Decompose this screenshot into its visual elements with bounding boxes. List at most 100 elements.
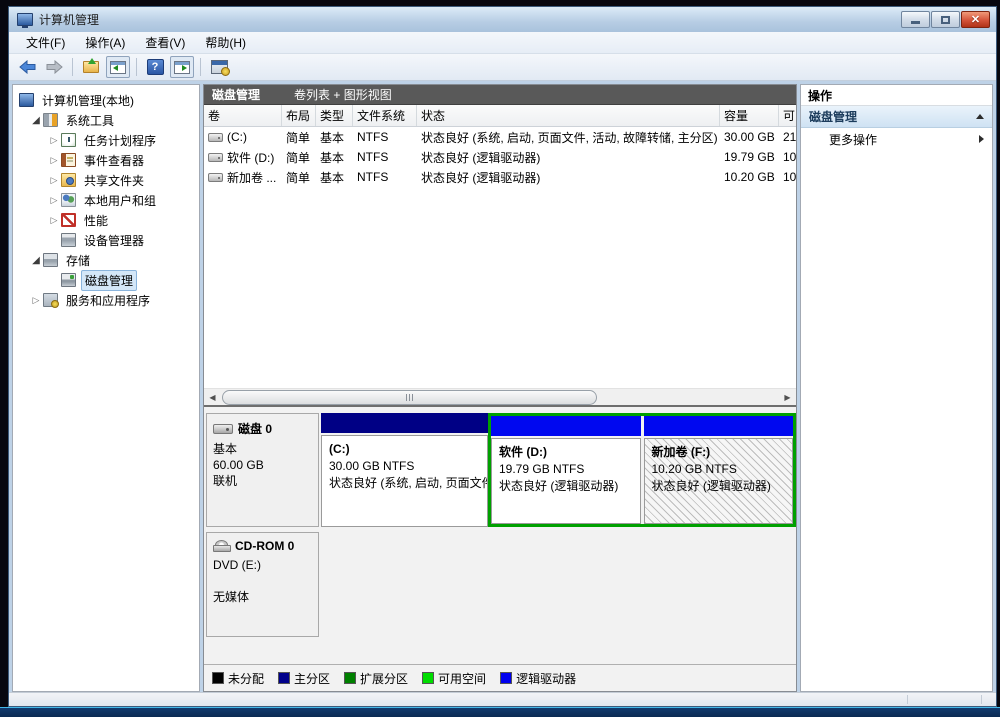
shared-folders-icon xyxy=(61,173,76,187)
show-up-button[interactable] xyxy=(79,56,103,78)
menu-file[interactable]: 文件(F) xyxy=(17,32,74,53)
console-tree-toggle-button[interactable] xyxy=(106,56,130,78)
disk-management-pane: 磁盘管理 卷列表 + 图形视图 卷 布局 类型 文件系统 状态 容量 可 (C:… xyxy=(203,84,797,692)
partition-d[interactable]: 软件 (D:) 19.79 GB NTFS 状态良好 (逻辑驱动器) xyxy=(491,416,641,524)
computer-icon xyxy=(19,93,34,107)
action-pane-toggle-button[interactable] xyxy=(170,56,194,78)
collapse-icon[interactable] xyxy=(976,114,984,119)
sidebar-item-storage[interactable]: ◢ 存储 xyxy=(13,250,199,270)
cdrom-status: 无媒体 xyxy=(213,589,312,605)
toolbar: ? xyxy=(9,54,996,81)
help-icon: ? xyxy=(147,59,164,75)
disk-status: 联机 xyxy=(213,473,312,489)
console-tree-pane: 计算机管理(本地) ◢ 系统工具 ▷ 任务计划程序 ▷ 事件查看器 xyxy=(12,84,200,692)
chevron-collapsed-icon[interactable]: ▷ xyxy=(49,195,59,206)
chevron-collapsed-icon[interactable]: ▷ xyxy=(49,175,59,186)
close-button[interactable]: ✕ xyxy=(961,11,990,28)
scroll-left-arrow[interactable]: ◀ xyxy=(204,389,221,406)
column-header-capacity[interactable]: 容量 xyxy=(720,105,779,126)
column-header-status[interactable]: 状态 xyxy=(417,105,720,126)
partition-f-selected[interactable]: 新加卷 (F:) 10.20 GB NTFS 状态良好 (逻辑驱动器) xyxy=(644,416,794,524)
submenu-arrow-icon xyxy=(979,135,984,143)
volume-icon xyxy=(208,173,223,182)
status-bar xyxy=(9,692,996,706)
pane-view-label: 卷列表 + 图形视图 xyxy=(294,86,392,103)
logical-drive-bar xyxy=(644,416,794,436)
window-title: 计算机管理 xyxy=(39,11,901,28)
column-header-volume[interactable]: 卷 xyxy=(204,105,282,126)
sidebar-item-event-viewer[interactable]: ▷ 事件查看器 xyxy=(13,150,199,170)
forward-button[interactable] xyxy=(42,56,66,78)
partition-c[interactable]: (C:) 30.00 GB NTFS 状态良好 (系统, 启动, 页面文件, 活… xyxy=(321,413,488,527)
new-console-button[interactable] xyxy=(207,56,231,78)
chevron-collapsed-icon[interactable]: ▷ xyxy=(31,295,41,306)
disk-size: 60.00 GB xyxy=(213,457,312,473)
legend-extended: 扩展分区 xyxy=(344,670,408,687)
column-header-filesystem[interactable]: 文件系统 xyxy=(353,105,417,126)
sidebar-item-services[interactable]: ▷ 服务和应用程序 xyxy=(13,290,199,310)
volume-icon xyxy=(208,153,223,162)
chevron-collapsed-icon[interactable]: ▷ xyxy=(49,215,59,226)
console-tree-toggle-icon xyxy=(110,61,126,74)
back-button[interactable] xyxy=(15,56,39,78)
extended-partition-group: 软件 (D:) 19.79 GB NTFS 状态良好 (逻辑驱动器) 新加卷 (… xyxy=(488,413,796,527)
legend-swatch xyxy=(212,672,224,684)
sidebar-item-local-users[interactable]: ▷ 本地用户和组 xyxy=(13,190,199,210)
table-row[interactable]: 新加卷 ... 简单 基本 NTFS 状态良好 (逻辑驱动器) 10.20 GB… xyxy=(204,167,796,187)
chevron-expanded-icon[interactable]: ◢ xyxy=(31,255,41,266)
table-row[interactable]: (C:) 简单 基本 NTFS 状态良好 (系统, 启动, 页面文件, 活动, … xyxy=(204,127,796,147)
disk-0-row: 磁盘 0 基本 60.00 GB 联机 (C:) 30.00 GB NTFS xyxy=(206,413,794,527)
cdrom-0-info[interactable]: CD-ROM 0 DVD (E:) 无媒体 xyxy=(206,532,319,637)
toolbar-separator xyxy=(72,58,73,76)
disk-management-icon xyxy=(61,273,76,287)
title-bar[interactable]: 计算机管理 ✕ xyxy=(9,7,996,32)
more-actions-item[interactable]: 更多操作 xyxy=(801,128,992,150)
menu-help[interactable]: 帮助(H) xyxy=(196,32,255,53)
sidebar-item-performance[interactable]: ▷ 性能 xyxy=(13,210,199,230)
legend-primary: 主分区 xyxy=(278,670,330,687)
performance-icon xyxy=(61,213,76,227)
statusbar-separator xyxy=(907,695,908,704)
volume-icon xyxy=(208,133,223,142)
minimize-button[interactable] xyxy=(901,11,930,28)
column-header-free[interactable]: 可 xyxy=(779,105,796,126)
device-manager-icon xyxy=(61,233,76,247)
event-viewer-icon xyxy=(61,153,76,167)
scrollbar-track[interactable] xyxy=(221,389,779,406)
actions-group-disk-management[interactable]: 磁盘管理 xyxy=(801,106,992,128)
maximize-icon xyxy=(941,16,950,24)
table-row[interactable]: 软件 (D:) 简单 基本 NTFS 状态良好 (逻辑驱动器) 19.79 GB… xyxy=(204,147,796,167)
toolbar-separator xyxy=(200,58,201,76)
sidebar-item-shared-folders[interactable]: ▷ 共享文件夹 xyxy=(13,170,199,190)
system-tools-icon xyxy=(43,113,58,127)
sidebar-item-disk-management[interactable]: 磁盘管理 xyxy=(13,270,199,290)
taskbar[interactable] xyxy=(0,707,1000,717)
maximize-button[interactable] xyxy=(931,11,960,28)
volume-list: 卷 布局 类型 文件系统 状态 容量 可 (C:) 简单 基本 NTFS 状态良… xyxy=(204,105,796,388)
cdrom-icon xyxy=(213,540,230,552)
chevron-collapsed-icon[interactable]: ▷ xyxy=(49,135,59,146)
scroll-right-arrow[interactable]: ▶ xyxy=(779,389,796,406)
sidebar-item-system-tools[interactable]: ◢ 系统工具 xyxy=(13,110,199,130)
horizontal-scrollbar[interactable]: ◀ ▶ xyxy=(204,388,796,405)
chevron-collapsed-icon[interactable]: ▷ xyxy=(49,155,59,166)
scrollbar-thumb[interactable] xyxy=(222,390,597,405)
services-icon xyxy=(43,293,58,307)
column-header-type[interactable]: 类型 xyxy=(316,105,353,126)
sidebar-item-device-manager[interactable]: 设备管理器 xyxy=(13,230,199,250)
sidebar-item-task-scheduler[interactable]: ▷ 任务计划程序 xyxy=(13,130,199,150)
actions-pane: 操作 磁盘管理 更多操作 xyxy=(800,84,993,692)
toolbar-separator xyxy=(136,58,137,76)
legend-unallocated: 未分配 xyxy=(212,670,264,687)
action-pane-toggle-icon xyxy=(174,61,190,74)
new-console-icon xyxy=(211,60,228,74)
column-header-layout[interactable]: 布局 xyxy=(282,105,316,126)
legend-bar: 未分配 主分区 扩展分区 可用空间 xyxy=(204,664,796,691)
menu-view[interactable]: 查看(V) xyxy=(136,32,194,53)
disk-0-info[interactable]: 磁盘 0 基本 60.00 GB 联机 xyxy=(206,413,319,527)
pane-header: 磁盘管理 卷列表 + 图形视图 xyxy=(204,85,796,105)
sidebar-item-computer-management[interactable]: 计算机管理(本地) xyxy=(13,90,199,110)
chevron-expanded-icon[interactable]: ◢ xyxy=(31,115,41,126)
menu-action[interactable]: 操作(A) xyxy=(76,32,134,53)
help-button[interactable]: ? xyxy=(143,56,167,78)
